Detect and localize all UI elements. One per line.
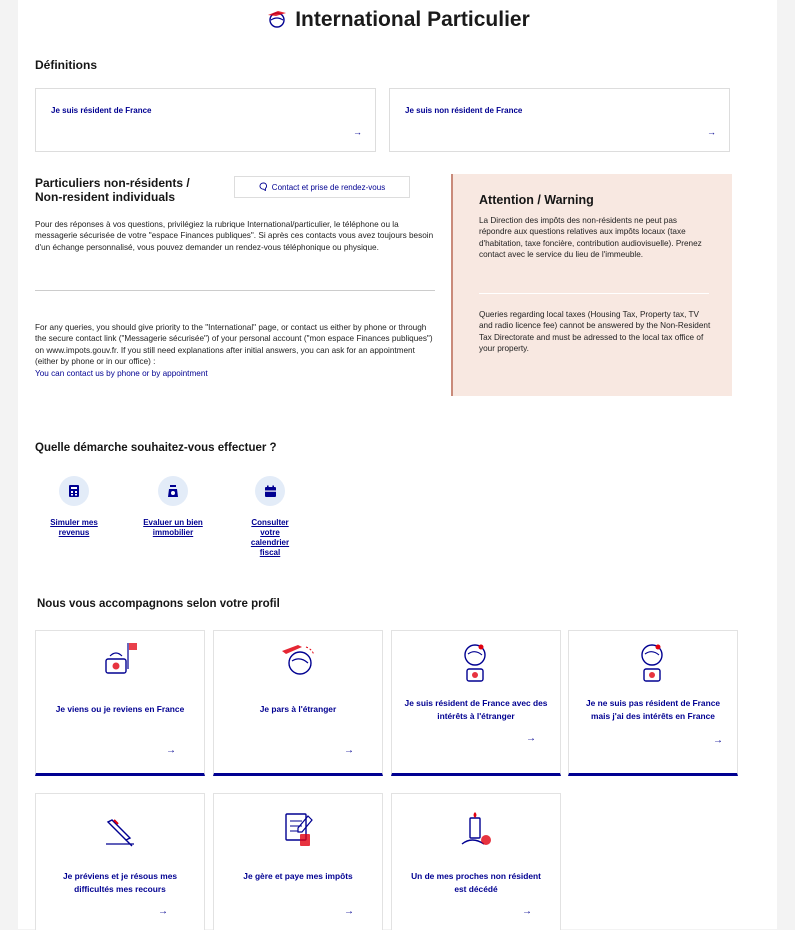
profile-card-relative-deceased[interactable]: Un de mes proches non résident est décéd…	[391, 793, 561, 930]
arrow-right-icon: →	[526, 733, 536, 744]
arrow-right-icon: →	[713, 735, 723, 746]
profile-card-resident-interests-abroad[interactable]: Je suis résident de France avec des inté…	[391, 630, 561, 776]
arrow-right-icon: →	[353, 127, 362, 137]
globe-pin-icon	[392, 641, 560, 688]
tax-document-icon	[214, 810, 382, 855]
contact-phone-appointment-link[interactable]: You can contact us by phone or by appoin…	[35, 368, 435, 379]
profile-card-arrival[interactable]: Je viens ou je reviens en France →	[35, 630, 205, 776]
calculator-icon	[59, 476, 89, 506]
quick-link-simulate-income[interactable]: Simuler mes revenus	[39, 476, 109, 538]
definition-nonresident-card[interactable]: Je suis non résident de France →	[389, 88, 730, 152]
arrow-right-icon: →	[522, 906, 532, 917]
arrow-right-icon: →	[707, 127, 716, 137]
definition-resident-label: Je suis résident de France	[51, 106, 152, 115]
warning-title: Attention / Warning	[479, 193, 594, 207]
arrow-right-icon: →	[158, 906, 168, 917]
quick-link-tax-calendar[interactable]: Consulter votre calendrier fiscal	[235, 476, 305, 558]
calendar-icon	[255, 476, 285, 506]
chat-bubble-icon	[259, 181, 268, 193]
memorial-icon	[392, 810, 560, 855]
globe-plane-icon	[265, 9, 291, 35]
profile-card-manage-pay[interactable]: Je gère et paye mes impôts →	[213, 793, 383, 930]
nonresident-fr-text: Pour des réponses à vos questions, privi…	[35, 220, 434, 252]
divider	[35, 290, 435, 291]
definitions-heading: Définitions	[35, 58, 97, 72]
arrival-icon	[36, 639, 204, 682]
warning-en-text: Queries regarding local taxes (Housing T…	[479, 310, 711, 354]
warning-divider	[479, 293, 709, 294]
arrow-right-icon: →	[344, 906, 354, 917]
definition-resident-card[interactable]: Je suis résident de France →	[35, 88, 376, 152]
arrow-right-icon: →	[166, 745, 176, 756]
weight-icon	[158, 476, 188, 506]
profile-card-difficulties[interactable]: Je préviens et je résous mes difficultés…	[35, 793, 205, 930]
page: International Particulier Définitions Je…	[18, 0, 777, 930]
globe-pin-icon	[569, 641, 737, 688]
warning-box: Attention / Warning La Direction des imp…	[451, 174, 732, 396]
profil-heading: Nous vous accompagnons selon votre profi…	[37, 598, 280, 610]
page-title: International Particulier	[18, 8, 777, 35]
nonresident-en-text: For any queries, you should give priorit…	[35, 322, 435, 379]
arrow-right-icon: →	[344, 745, 354, 756]
nonresident-title: Particuliers non-résidents / Non-residen…	[35, 176, 190, 204]
warning-fr-text: La Direction des impôts des non-résident…	[479, 216, 702, 260]
profile-card-leaving[interactable]: Je pars à l'étranger →	[213, 630, 383, 776]
demarche-heading: Quelle démarche souhaitez-vous effectuer…	[35, 442, 277, 454]
contact-appointment-button[interactable]: Contact et prise de rendez-vous	[234, 176, 410, 198]
pencil-ruler-icon	[36, 814, 204, 855]
quick-link-evaluate-property[interactable]: Evaluer un bien immobilier	[138, 476, 208, 538]
definition-nonresident-label: Je suis non résident de France	[405, 106, 523, 115]
profile-card-nonresident-interests-france[interactable]: Je ne suis pas résident de France mais j…	[568, 630, 738, 776]
plane-globe-icon	[214, 641, 382, 682]
